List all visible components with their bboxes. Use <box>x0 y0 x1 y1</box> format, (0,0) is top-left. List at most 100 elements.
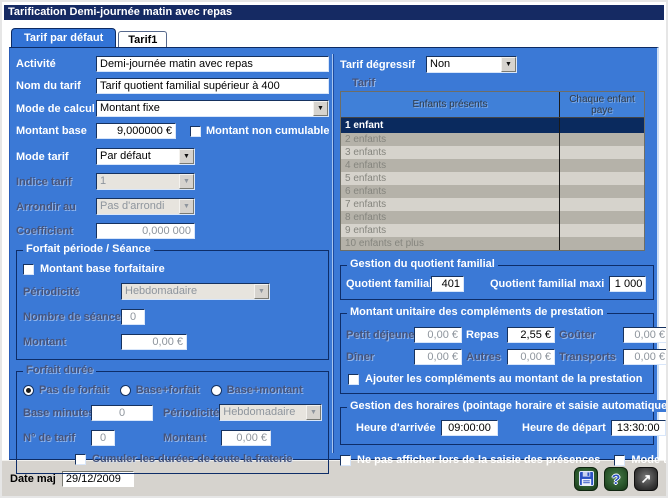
pas-de-forfait-radio[interactable] <box>23 385 34 396</box>
help-button[interactable]: ? <box>604 467 628 491</box>
chevron-down-icon: ▼ <box>306 405 321 420</box>
pas-de-forfait-label: Pas de forfait <box>39 384 109 396</box>
periodicite-select: Hebdomadaire ▼ <box>121 283 270 300</box>
arrondir-au-label: Arrondir au <box>16 201 96 213</box>
autres-input <box>507 349 555 365</box>
repas-label: Repas <box>466 329 503 341</box>
table-row[interactable]: 6 enfants <box>341 185 644 198</box>
repas-input[interactable] <box>507 327 555 343</box>
chevron-down-icon: ▼ <box>179 199 194 214</box>
table-row[interactable]: 3 enfants <box>341 146 644 159</box>
table-row[interactable]: 8 enfants <box>341 211 644 224</box>
group-title: Gestion des horaires (pointage horaire e… <box>347 400 668 412</box>
table-row[interactable]: 2 enfants <box>341 133 644 146</box>
base-minutes-label: Base minutes <box>23 407 91 419</box>
numero-tarif-input <box>91 430 115 446</box>
montant-base-input[interactable] <box>96 123 176 139</box>
mode-tarif-label: Mode tarif <box>16 151 96 163</box>
chevron-down-icon: ▼ <box>179 174 194 189</box>
montant-base-forfaitaire-checkbox[interactable] <box>23 264 34 275</box>
heure-arrivee-label: Heure d'arrivée <box>356 422 436 434</box>
forfait-periode-group: Forfait période / Séance Montant base fo… <box>16 250 329 360</box>
montant-duree-input <box>221 430 271 446</box>
toolbar-buttons: ? ↗ <box>574 467 658 491</box>
column-header-enfants: Enfants présents <box>341 92 559 117</box>
table-row[interactable]: 5 enfants <box>341 172 644 185</box>
montant-forfait-label: Montant <box>23 336 121 348</box>
complements-group: Montant unitaire des compléments de pres… <box>340 313 654 394</box>
group-title: Forfait période / Séance <box>23 243 154 255</box>
activite-input[interactable] <box>96 56 329 72</box>
cumuler-durees-checkbox[interactable] <box>75 454 86 465</box>
numero-tarif-label: N° de tarif <box>23 432 91 444</box>
tab-strip: Tarif par défaut Tarif1 <box>2 20 666 47</box>
petit-dejeuner-label: Petit déjeuner <box>346 329 410 341</box>
chevron-down-icon: ▼ <box>179 149 194 164</box>
table-row[interactable]: 1 enfant <box>341 118 644 133</box>
horaires-group: Gestion des horaires (pointage horaire e… <box>340 407 654 445</box>
column-header-paye: Chaque enfant paye <box>559 92 644 117</box>
exit-button[interactable]: ↗ <box>634 467 658 491</box>
base-montant-label: Base+montant <box>227 384 303 396</box>
table-row[interactable]: 4 enfants <box>341 159 644 172</box>
diner-input <box>414 349 462 365</box>
nombre-seances-input <box>121 309 145 325</box>
coefficient-label: Coefficient <box>16 225 96 237</box>
right-column: Tarif dégressif Non ▼ Tarif Enfants prés… <box>340 52 654 466</box>
base-minutes-input <box>91 405 153 421</box>
quotient-maxi-label: Quotient familial maxi <box>490 278 604 290</box>
group-title: Montant unitaire des compléments de pres… <box>347 306 607 318</box>
gouter-input <box>623 327 668 343</box>
transports-label: Transports <box>559 351 619 363</box>
forfait-duree-group: Forfait durée Pas de forfait Base+forfai… <box>16 371 329 474</box>
chevron-down-icon: ▼ <box>254 284 269 299</box>
ajouter-complements-checkbox[interactable] <box>348 374 359 385</box>
montant-non-cumulable-checkbox[interactable] <box>190 126 201 137</box>
heure-arrivee-input[interactable] <box>441 420 498 436</box>
mode-de-calcul-select[interactable]: Montant fixe ▼ <box>96 100 329 117</box>
periodicite-duree-label: Périodicité <box>163 407 219 419</box>
montant-base-label: Montant base <box>16 125 96 137</box>
group-title: Forfait durée <box>23 364 96 376</box>
mode-tirelire-label: Mode tirelire <box>631 454 668 466</box>
window-title: Tarification Demi-journée matin avec rep… <box>8 6 232 18</box>
table-row[interactable]: 10 enfants et plus <box>341 237 644 250</box>
mode-tarif-select[interactable]: Par défaut ▼ <box>96 148 195 165</box>
montant-base-forfaitaire-label: Montant base forfaitaire <box>40 263 165 275</box>
ne-pas-afficher-label: Ne pas afficher lors de la saisie des pr… <box>357 454 600 466</box>
date-maj-label: Date maj <box>10 473 56 485</box>
activite-label: Activité <box>16 58 96 70</box>
base-montant-radio[interactable] <box>211 385 222 396</box>
ne-pas-afficher-checkbox[interactable] <box>340 455 351 466</box>
nombre-seances-label: Nombre de séances <box>23 311 121 323</box>
quotient-maxi-input[interactable] <box>609 276 646 292</box>
floppy-disk-icon <box>579 471 594 486</box>
periodicite-label: Périodicité <box>23 286 121 298</box>
group-title: Gestion du quotient familial <box>347 258 498 270</box>
petit-dejeuner-input <box>414 327 462 343</box>
mode-de-calcul-label: Mode de calcul <box>16 103 96 115</box>
transports-input <box>623 349 668 365</box>
table-row[interactable]: 9 enfants <box>341 224 644 237</box>
quotient-familial-group: Gestion du quotient familial Quotient fa… <box>340 265 654 300</box>
quotient-mini-input[interactable] <box>431 276 464 292</box>
column-divider <box>332 54 334 453</box>
tab-tarif-par-defaut[interactable]: Tarif par défaut <box>11 28 116 47</box>
montant-duree-label: Montant <box>163 432 221 444</box>
tarif-table-header: Enfants présents Chaque enfant paye <box>341 92 644 118</box>
window-titlebar: Tarification Demi-journée matin avec rep… <box>4 5 664 20</box>
arrondir-au-select: Pas d'arrondi ▼ <box>96 198 195 215</box>
nom-du-tarif-input[interactable] <box>96 78 329 94</box>
autres-label: Autres <box>466 351 503 363</box>
mode-tirelire-checkbox[interactable] <box>614 455 625 466</box>
question-mark-icon: ? <box>612 471 621 487</box>
tarif-degressif-select[interactable]: Non ▼ <box>426 56 517 73</box>
base-forfait-label: Base+forfait <box>136 384 200 396</box>
base-forfait-radio[interactable] <box>120 385 131 396</box>
left-column: Activité Nom du tarif Mode de calcul Mon… <box>16 52 329 474</box>
heure-depart-label: Heure de départ <box>522 422 606 434</box>
table-row[interactable]: 7 enfants <box>341 198 644 211</box>
tab-tarif1[interactable]: Tarif1 <box>118 31 167 47</box>
save-button[interactable] <box>574 467 598 491</box>
heure-depart-input[interactable] <box>611 420 666 436</box>
